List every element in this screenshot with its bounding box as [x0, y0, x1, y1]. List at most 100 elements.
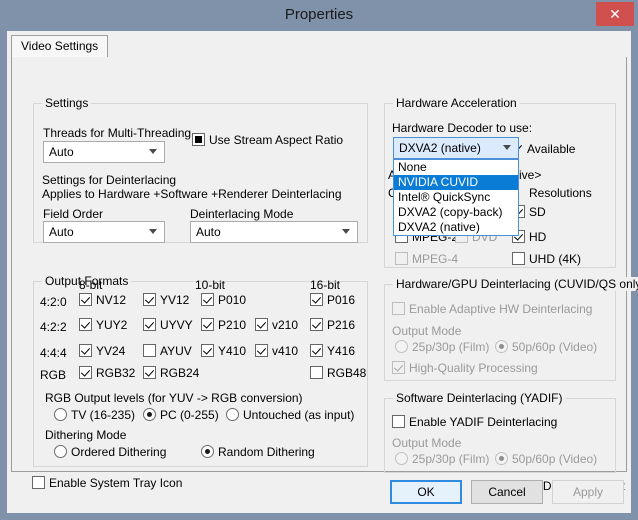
format-checkbox-rgb24[interactable]: RGB24: [143, 366, 199, 380]
checkbox-box: [79, 366, 92, 379]
deinterlacing-mode-combo[interactable]: Auto: [190, 221, 358, 243]
dithering-radio-random[interactable]: Random Dithering: [201, 445, 315, 459]
format-checkbox-p210[interactable]: P210: [201, 318, 246, 332]
hardware-decoder-label: Hardware Decoder to use:: [392, 121, 533, 135]
output-row-label-rgb: RGB: [40, 368, 67, 382]
checkbox-box: [255, 344, 268, 357]
sw-mode-radio-25p30p: 25p/30p (Film): [395, 452, 489, 466]
checkbox-box: [255, 318, 268, 331]
codec-label: MPEG-4: [412, 252, 459, 266]
format-label: v410: [272, 344, 299, 358]
enable-yadif-deinterlacing-checkbox[interactable]: Enable YADIF Deinterlacing: [392, 415, 557, 429]
hw-deinterlacing-legend: Hardware/GPU Deinterlacing (CUVID/QS onl…: [393, 277, 638, 291]
cancel-button[interactable]: Cancel: [471, 480, 543, 504]
use-stream-aspect-ratio-checkbox[interactable]: Use Stream Aspect Ratio: [192, 133, 343, 147]
sw-mode-label: 50p/60p (Video): [512, 452, 598, 466]
enable-system-tray-icon-checkbox[interactable]: Enable System Tray Icon: [32, 476, 182, 490]
format-label: P010: [218, 293, 247, 307]
format-checkbox-yv24[interactable]: YV24: [79, 344, 125, 358]
radio-circle: [54, 445, 67, 458]
format-label: UYVY: [160, 318, 193, 332]
tab-strip: Video Settings: [11, 35, 627, 58]
format-checkbox-ayuv[interactable]: AYUV: [143, 344, 192, 358]
hardware-decoder-dropdown[interactable]: None NVIDIA CUVID Intel® QuickSync DXVA2…: [393, 159, 519, 236]
available-checkbox: Available: [512, 142, 575, 156]
checkbox-box: [392, 415, 405, 428]
dropdown-option-none[interactable]: None: [394, 160, 518, 175]
client-area: Video Settings Settings Threads for Mult…: [7, 31, 638, 513]
radio-circle: [201, 445, 214, 458]
rgb-level-label: PC (0-255): [160, 408, 219, 422]
chevron-down-icon: [342, 229, 351, 235]
format-checkbox-y416[interactable]: Y416: [310, 344, 355, 358]
format-label: NV12: [96, 293, 127, 307]
hw-mode-label: 50p/60p (Video): [512, 340, 598, 354]
format-checkbox-rgb48[interactable]: RGB48: [310, 366, 366, 380]
output-col-header-16bit: 16-bit: [310, 278, 341, 292]
title-bar: Properties ✕: [0, 0, 638, 31]
checkbox-box: [143, 293, 156, 306]
resolution-checkbox-uhd[interactable]: UHD (4K): [512, 252, 581, 266]
checkbox-box: [310, 344, 323, 357]
format-label: Y416: [327, 344, 356, 358]
format-checkbox-yuy2[interactable]: YUY2: [79, 318, 127, 332]
resolution-label: SD: [529, 205, 546, 219]
format-label: YV24: [96, 344, 126, 358]
format-label: RGB48: [327, 366, 367, 380]
radio-circle: [226, 408, 239, 421]
radio-circle: [395, 452, 408, 465]
format-checkbox-p016[interactable]: P016: [310, 293, 355, 307]
hw-mode-radio-50p60p: 50p/60p (Video): [495, 340, 597, 354]
format-checkbox-yv12[interactable]: YV12: [143, 293, 189, 307]
checkbox-box: [32, 476, 45, 489]
apply-button: Apply: [552, 480, 624, 504]
enable-adaptive-hw-deinterlacing-checkbox: Enable Adaptive HW Deinterlacing: [392, 302, 592, 316]
field-order-combo[interactable]: Auto: [43, 221, 165, 243]
rgb-level-label: Untouched (as input): [243, 408, 355, 422]
hardware-decoder-combo[interactable]: DXVA2 (native): [393, 137, 519, 159]
format-checkbox-p216[interactable]: P216: [310, 318, 355, 332]
format-checkbox-v410[interactable]: v410: [255, 344, 298, 358]
rgb-level-label: TV (16-235): [71, 408, 136, 422]
format-checkbox-p010[interactable]: P010: [201, 293, 246, 307]
dithering-radio-ordered[interactable]: Ordered Dithering: [54, 445, 166, 459]
checkbox-box: [310, 366, 323, 379]
hw-mode-label: 25p/30p (Film): [412, 340, 490, 354]
rgb-level-radio-pc[interactable]: PC (0-255): [143, 408, 219, 422]
rgb-level-radio-untouched[interactable]: Untouched (as input): [226, 408, 354, 422]
resolution-label: HD: [529, 230, 547, 244]
checkbox-box: [79, 344, 92, 357]
rgb-level-radio-tv[interactable]: TV (16-235): [54, 408, 135, 422]
hw-mode-radio-25p30p: 25p/30p (Film): [395, 340, 489, 354]
format-checkbox-y410[interactable]: Y410: [201, 344, 246, 358]
close-icon[interactable]: ✕: [596, 2, 634, 26]
dropdown-option-dxva2-copyback[interactable]: DXVA2 (copy-back): [394, 205, 518, 220]
sw-output-mode-label: Output Mode: [392, 436, 462, 450]
checkbox-box: [201, 318, 214, 331]
format-label: AYUV: [160, 344, 192, 358]
checkbox-box: [395, 252, 408, 265]
dropdown-option-dxva2-native[interactable]: DXVA2 (native): [394, 220, 518, 235]
checkbox-box: [512, 252, 525, 265]
format-checkbox-uyvy[interactable]: UYVY: [143, 318, 193, 332]
format-checkbox-rgb32[interactable]: RGB32: [79, 366, 135, 380]
checkbox-box: [201, 344, 214, 357]
format-checkbox-nv12[interactable]: NV12: [79, 293, 126, 307]
checkbox-box: [79, 293, 92, 306]
format-checkbox-v210[interactable]: v210: [255, 318, 298, 332]
properties-window: Properties ✕ Video Settings Settings Thr…: [0, 0, 638, 520]
hardware-acceleration-legend: Hardware Acceleration: [393, 96, 520, 110]
ok-button[interactable]: OK: [390, 480, 462, 504]
use-stream-aspect-ratio-label: Use Stream Aspect Ratio: [209, 133, 344, 147]
checkbox-box: [143, 344, 156, 357]
sw-mode-radio-50p60p: 50p/60p (Video): [495, 452, 597, 466]
threads-combo[interactable]: Auto: [43, 141, 165, 163]
format-label: RGB24: [160, 366, 200, 380]
tab-video-settings[interactable]: Video Settings: [11, 35, 109, 58]
dithering-mode-label: Dithering Mode: [45, 428, 127, 442]
resolution-label: UHD (4K): [529, 252, 582, 266]
dropdown-option-intel-quicksync[interactable]: Intel® QuickSync: [394, 190, 518, 205]
deinterlacing-settings-header: Settings for Deinterlacing: [42, 173, 177, 187]
dropdown-option-nvidia-cuvid[interactable]: NVIDIA CUVID: [394, 175, 518, 190]
high-quality-processing-checkbox: High-Quality Processing: [392, 361, 538, 375]
